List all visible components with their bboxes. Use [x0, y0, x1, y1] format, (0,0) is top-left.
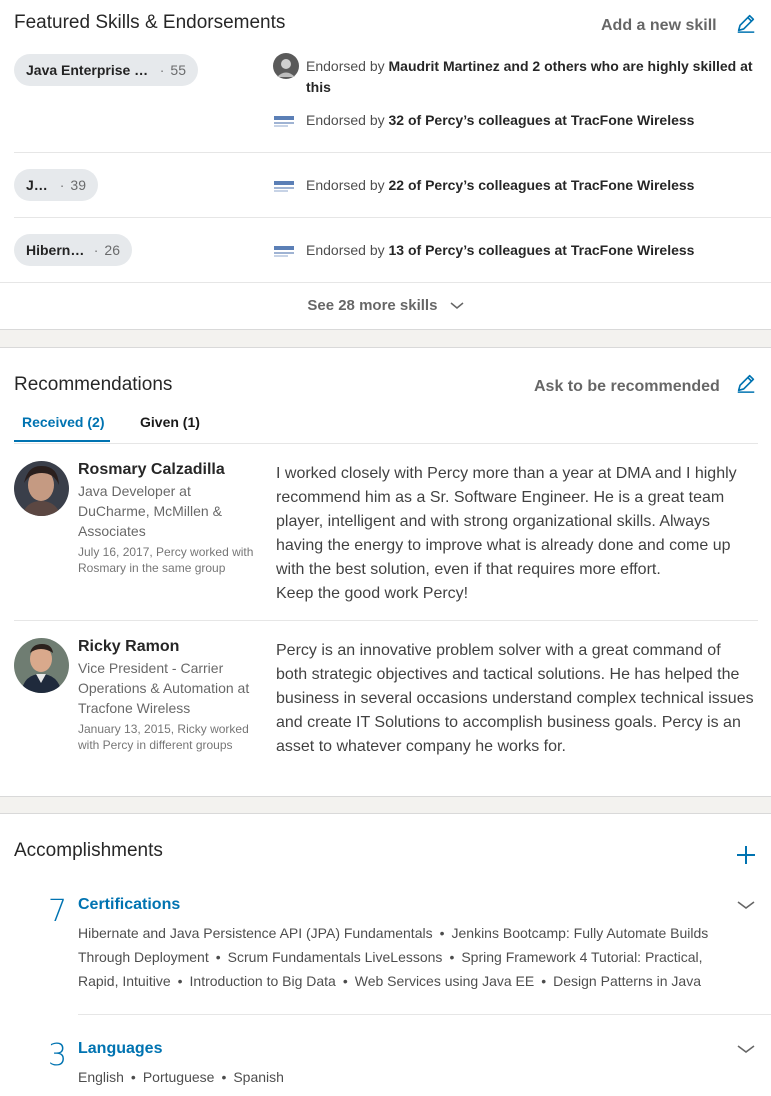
recommendations-title: Recommendations [14, 374, 173, 395]
endorsement-line[interactable]: Endorsed by 22 of Percy’s colleagues at … [273, 175, 753, 196]
skill-name: Hibernate [26, 242, 88, 258]
skill-pill-java-enterprise[interactable]: Java Enterprise E… · 55 [14, 54, 198, 86]
endorser-avatar-icon [273, 53, 299, 79]
endorsement-prefix: Endorsed by [306, 177, 389, 193]
chevron-down-icon [450, 302, 464, 309]
language-item: Spanish [233, 1069, 284, 1085]
recommendation-date: July 16, 2017, Percy worked with Rosmary… [78, 545, 254, 575]
divider [0, 282, 771, 283]
bullet-separator: • [215, 949, 221, 965]
separator-dot: · [59, 177, 65, 193]
endorsement-prefix: Endorsed by [306, 242, 389, 258]
ask-recommendation-button[interactable]: Ask to be recommended [534, 378, 720, 396]
separator-dot: · [93, 242, 99, 258]
endorsement-count: 26 [104, 242, 120, 258]
bullet-separator: • [221, 1069, 227, 1085]
endorsement-prefix: Endorsed by [306, 112, 389, 128]
tracfone-logo-icon [273, 244, 295, 258]
endorsement-count: 39 [70, 177, 86, 193]
bullet-separator: • [177, 973, 183, 989]
recommender-name[interactable]: Rosmary Calzadilla [78, 461, 225, 479]
skill-pill-hibernate[interactable]: Hibernate · 26 [14, 234, 132, 266]
skill-name: Java Enterprise E… [26, 62, 154, 78]
recommendation-date: January 13, 2015, Ricky worked with Perc… [78, 722, 249, 752]
bullet-separator: • [439, 925, 445, 941]
recommender-name[interactable]: Ricky Ramon [78, 638, 179, 656]
certification-item: Introduction to Big Data [189, 973, 336, 989]
edit-recommendations-pencil-icon[interactable] [735, 372, 757, 394]
see-more-label: See 28 more skills [307, 297, 438, 314]
divider [14, 152, 771, 153]
chevron-down-icon[interactable] [736, 1042, 756, 1056]
recommendation-closing: Keep the good work Percy! [276, 585, 469, 602]
language-item: Portuguese [142, 1069, 215, 1085]
accomplishment-certifications: 7 Certifications Hibernate and Java Pers… [0, 894, 771, 1014]
accomplishment-count: 3 [48, 1038, 68, 1073]
bullet-separator: • [130, 1069, 136, 1085]
certification-item: Scrum Fundamentals LiveLessons [227, 949, 443, 965]
recommendations-section: Recommendations Ask to be recommended Re… [0, 347, 771, 797]
avatar[interactable] [14, 461, 69, 516]
endorsement-line[interactable]: Endorsed by 32 of Percy’s colleagues at … [273, 110, 753, 131]
tab-divider [14, 443, 758, 444]
accomplishment-count: 7 [48, 894, 68, 929]
recommendation-text: Percy is an innovative problem solver wi… [276, 639, 754, 759]
recommendation-body: I worked closely with Percy more than a … [276, 465, 737, 578]
divider [78, 1014, 771, 1015]
bullet-separator: • [342, 973, 348, 989]
endorsement-line[interactable]: Endorsed by Maudrit Martinez and 2 other… [273, 53, 753, 98]
language-item: English [78, 1069, 124, 1085]
add-accomplishment-plus-icon[interactable] [735, 844, 757, 866]
accomplishment-title-certifications[interactable]: Certifications [78, 896, 180, 914]
separator-dot: · [159, 62, 165, 78]
endorsement-line[interactable]: Endorsed by 13 of Percy’s colleagues at … [273, 240, 753, 261]
chevron-down-icon[interactable] [736, 898, 756, 912]
recommendation-item: Ricky Ramon Vice President - Carrier Ope… [14, 638, 758, 768]
tab-given[interactable]: Given (1) [140, 414, 200, 430]
divider [14, 620, 758, 621]
skill-name: Java [26, 177, 54, 193]
avatar[interactable] [14, 638, 69, 693]
certification-item: Hibernate and Java Persistence API (JPA)… [78, 925, 433, 941]
bullet-separator: • [541, 973, 547, 989]
recommendation-item: Rosmary Calzadilla Java Developer at DuC… [14, 461, 758, 611]
add-skill-button[interactable]: Add a new skill [601, 17, 717, 35]
endorser-text: 22 of Percy’s colleagues at TracFone Wir… [388, 177, 695, 193]
recommendation-body: Percy is an innovative problem solver wi… [276, 642, 754, 755]
divider [14, 217, 771, 218]
endorser-text: 13 of Percy’s colleagues at TracFone Wir… [388, 242, 695, 258]
recommendation-text: I worked closely with Percy more than a … [276, 462, 754, 606]
tracfone-logo-icon [273, 179, 295, 193]
recommender-role: Vice President - Carrier Operations & Au… [78, 660, 250, 716]
active-tab-indicator [14, 440, 110, 442]
skills-title: Featured Skills & Endorsements [14, 12, 286, 33]
recommender-role: Java Developer at DuCharme, McMillen & A… [78, 483, 222, 539]
bullet-separator: • [449, 949, 455, 965]
languages-list: English • Portuguese • Spanish [78, 1065, 718, 1089]
edit-skills-pencil-icon[interactable] [735, 12, 757, 34]
endorser-text: 32 of Percy’s colleagues at TracFone Wir… [388, 112, 695, 128]
tracfone-logo-icon [273, 114, 295, 128]
certifications-list: Hibernate and Java Persistence API (JPA)… [78, 921, 718, 993]
tab-received[interactable]: Received (2) [22, 414, 104, 430]
see-more-skills-button[interactable]: See 28 more skills [0, 297, 771, 314]
certification-item: Web Services using Java EE [354, 973, 535, 989]
skills-section: Featured Skills & Endorsements Add a new… [0, 0, 771, 330]
skill-pill-java[interactable]: Java · 39 [14, 169, 98, 201]
accomplishment-languages: 3 Languages English • Portuguese • Spanish [0, 1038, 771, 1096]
endorsement-prefix: Endorsed by [306, 58, 389, 74]
endorsement-count: 55 [170, 62, 186, 78]
accomplishment-title-languages[interactable]: Languages [78, 1040, 162, 1058]
certification-item: Design Patterns in Java [553, 973, 701, 989]
accomplishments-title: Accomplishments [14, 840, 163, 861]
accomplishments-section: Accomplishments 7 Certifications Hiberna… [0, 813, 771, 1096]
